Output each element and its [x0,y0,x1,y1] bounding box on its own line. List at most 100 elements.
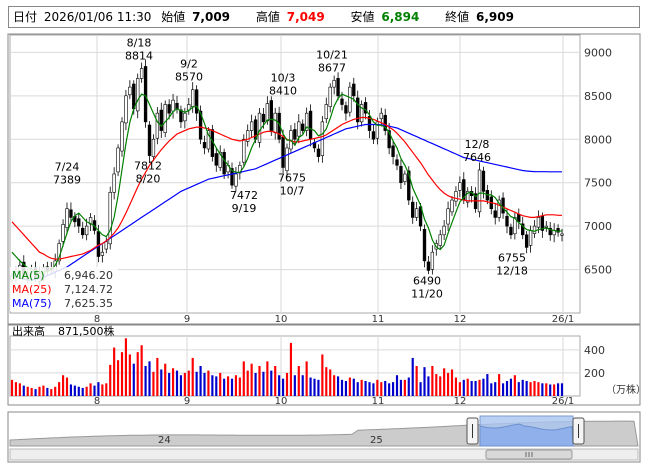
volume-title: 出来高 [12,324,45,338]
volume-bar [26,386,29,396]
volume-bar [505,381,509,396]
candle-body [249,121,254,131]
volume-bar [391,382,395,396]
volume-bar [199,366,202,396]
volume-bar [97,382,100,396]
candle-body [395,159,399,166]
candle-body [532,225,537,234]
volume-bar [34,389,37,396]
candle-body [509,226,513,236]
volume-y-tick-label: 400 [584,344,605,357]
price-y-tick-label: 6500 [584,264,612,277]
candle-body [544,225,548,228]
price-x-tick-label: 12 [454,314,467,325]
candle-body [257,112,262,143]
price-x-tick-label: 8 [94,314,100,325]
volume-bar [498,374,501,396]
volume-bar [395,375,399,396]
annotation-date: 11/20 [411,287,443,300]
candle-body [281,136,285,168]
volume-bar [545,383,548,396]
candle-body [143,66,148,123]
volume-bar [175,370,179,396]
annotation-value: 7389 [53,173,81,186]
legend-ma75-label: MA(75) [12,297,52,310]
volume-bar [533,381,536,396]
price-y-tick-label: 9000 [584,46,612,59]
volume-bar [46,387,49,396]
volume-bar [144,366,147,396]
volume-bar [474,381,477,396]
volume-bar [446,372,450,396]
volume-bar [537,382,540,396]
volume-bar [443,368,446,396]
annotation-value: 8410 [269,85,297,98]
volume-bar [313,378,316,396]
annotation-value: 7675 [278,171,306,184]
annotation-date: 10/3 [271,72,296,85]
volume-bar [120,352,124,396]
volume-bar [376,379,379,396]
price-x-tick-label: 11 [372,314,385,325]
candle-body [81,227,85,236]
candle-body [301,123,305,131]
candle-body [414,208,419,218]
volume-x-tick-label: 11 [372,396,385,407]
volume-bar [439,376,442,396]
volume-bar [553,384,556,396]
volume-bar [549,384,552,396]
candle-body [183,112,187,122]
volume-bar [140,345,143,396]
volume-bar [73,385,76,396]
volume-bar [113,347,116,396]
candle-body [124,95,128,124]
volume-bar [156,357,159,396]
candle-body [371,131,376,140]
volume-bar [219,372,222,396]
volume-bar [423,367,426,396]
candle-body [458,182,462,191]
candle-body [136,78,140,112]
volume-bar [517,382,520,396]
volume-bar [18,383,21,396]
candle-body [403,173,407,182]
candle-body [112,173,116,193]
volume-bar [380,382,383,396]
volume-bar [124,338,128,396]
volume-bar [278,375,281,396]
price-y-tick-label: 7000 [584,220,612,233]
volume-bar [65,377,69,396]
volume-bar [164,363,167,396]
volume-bar [101,384,104,396]
volume-bar [148,361,151,396]
volume-bar [317,379,320,396]
legend-ma25-value: 7,124.72 [64,283,113,296]
volume-bar [10,379,14,396]
annotation-date: 10/21 [316,48,348,61]
candle-body [379,112,383,120]
annotation-date: 12/18 [496,264,528,277]
volume-bar [297,366,300,396]
volume-bar [191,357,194,396]
volume-bar [415,366,418,396]
navigator-label-25: 25 [370,435,383,446]
candle-body [411,201,415,218]
annotation-value: 7646 [463,151,491,164]
candle-body [139,68,144,79]
volume-bar [470,381,473,396]
candle-body [348,86,352,113]
candle-body [163,104,167,133]
candle-body [61,224,65,242]
annotation-value: 8570 [175,71,203,84]
volume-bar [203,372,206,396]
candle-body [336,78,340,97]
volume-total: 871,500株 [58,324,115,338]
volume-bar [450,369,454,396]
volume-bar [462,379,465,396]
volume-y-tick-label: 200 [584,367,605,380]
candle-body [84,225,89,236]
volume-bar [30,387,33,396]
price-y-tick-label: 7500 [584,177,612,190]
volume-bar [22,385,25,396]
annotation-date: 12/8 [465,138,490,151]
